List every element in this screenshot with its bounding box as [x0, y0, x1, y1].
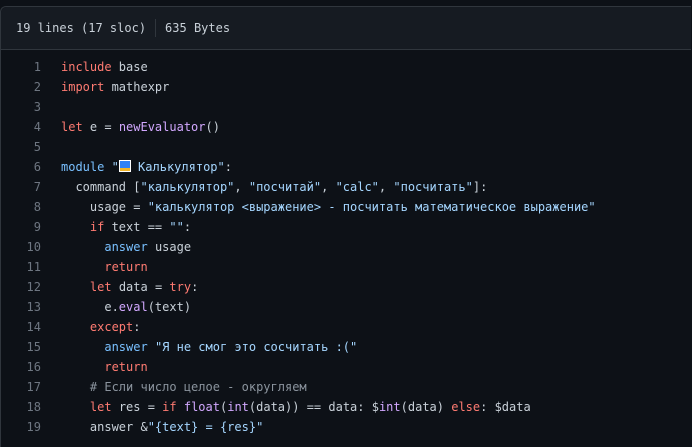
line-number[interactable]: 3: [1, 100, 41, 114]
code-line: 2 import mathexpr: [1, 77, 691, 97]
line-number[interactable]: 8: [1, 200, 41, 214]
code-line: 6 module " Калькулятор":: [1, 157, 691, 177]
file-view: 19 lines (17 sloc) 635 Bytes 1 include b…: [0, 6, 691, 447]
code-line: 10 answer usage: [1, 237, 691, 257]
code-line: 1 include base: [1, 57, 691, 77]
line-number[interactable]: 13: [1, 300, 41, 314]
code-line: 12 let data = try:: [1, 277, 691, 297]
code-text: let data = try:: [89, 280, 199, 294]
file-size: 635 Bytes: [165, 21, 231, 35]
code-text: usage = "калькулятор <выражение> - посчи…: [61, 200, 596, 214]
code-text: include base: [61, 60, 148, 74]
line-number[interactable]: 16: [1, 360, 41, 374]
code-line: 4 let e = newEvaluator(): [1, 117, 691, 137]
line-number[interactable]: 18: [1, 400, 41, 414]
code-line: 17 # Если число целое - округляем: [1, 377, 691, 397]
code-line: 19 answer &"{text} = {res}": [1, 417, 691, 437]
code-line: 18 let res = if float(int(data)) == data…: [1, 397, 691, 417]
code-text: return: [104, 260, 148, 274]
code-text: e.eval(text): [61, 300, 192, 314]
code-text: return: [104, 360, 148, 374]
line-number[interactable]: 1: [1, 60, 41, 74]
line-number[interactable]: 12: [1, 280, 41, 294]
line-number[interactable]: 10: [1, 240, 41, 254]
code-line: 3: [1, 97, 691, 117]
line-number[interactable]: 7: [1, 180, 41, 194]
bar-chart-emoji-icon: [118, 160, 131, 172]
code-line: 11 return: [1, 257, 691, 277]
code-text: if text == "":: [89, 220, 192, 234]
code-text: except:: [89, 320, 141, 334]
code-text: module " Калькулятор":: [61, 160, 232, 174]
code-line: 13 e.eval(text): [1, 297, 691, 317]
line-count: 19 lines (17 sloc): [16, 21, 147, 35]
line-number[interactable]: 4: [1, 120, 41, 134]
line-number[interactable]: 19: [1, 420, 41, 434]
code-block: 1 include base 2 import mathexpr 3 4 let…: [1, 57, 691, 437]
line-number[interactable]: 2: [1, 80, 41, 94]
line-number[interactable]: 11: [1, 260, 41, 274]
code-line: 5: [1, 137, 691, 157]
line-number[interactable]: 15: [1, 340, 41, 354]
code-text: # Если число целое - округляем: [89, 380, 307, 394]
code-line: 15 answer "Я не смог это сосчитать :(": [1, 337, 691, 357]
code-text: import mathexpr: [61, 80, 170, 94]
code-line: 16 return: [1, 357, 691, 377]
divider: [155, 19, 157, 37]
code-line: 9 if text == "":: [1, 217, 691, 237]
code-text: let e = newEvaluator(): [61, 120, 220, 134]
code-text: answer "Я не смог это сосчитать :(": [104, 340, 358, 354]
line-number[interactable]: 9: [1, 220, 41, 234]
code-line: 7 command ["калькулятор", "посчитай", "c…: [1, 177, 691, 197]
line-number[interactable]: 6: [1, 160, 41, 174]
code-text: answer &"{text} = {res}": [61, 420, 264, 434]
line-number[interactable]: 5: [1, 140, 41, 154]
code-text: answer usage: [104, 240, 192, 254]
line-number[interactable]: 17: [1, 380, 41, 394]
code-line: 8 usage = "калькулятор <выражение> - пос…: [1, 197, 691, 217]
code-line: 14 except:: [1, 317, 691, 337]
line-number[interactable]: 14: [1, 320, 41, 334]
file-info-bar: 19 lines (17 sloc) 635 Bytes: [1, 7, 691, 50]
code-text: command ["калькулятор", "посчитай", "cal…: [61, 180, 488, 194]
code-text: let res = if float(int(data)) == data: $…: [89, 400, 531, 414]
